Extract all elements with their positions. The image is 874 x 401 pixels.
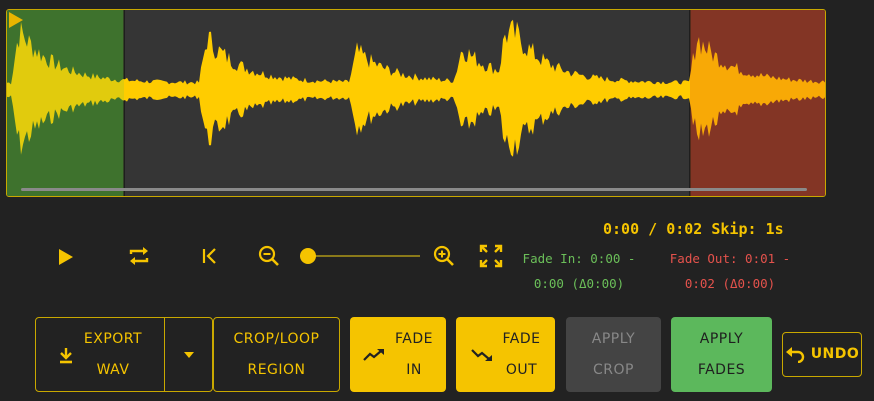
fade-in-start: Fade In: 0:00 - bbox=[522, 251, 636, 266]
apply-fades-line1: APPLY bbox=[699, 330, 744, 347]
waveform bbox=[7, 10, 825, 196]
fit-to-view-button[interactable] bbox=[476, 241, 506, 271]
fade-out-label-line2: OUT bbox=[505, 361, 538, 378]
undo-button[interactable]: UNDO bbox=[782, 332, 862, 377]
skip-to-start-icon bbox=[202, 248, 216, 264]
play-button[interactable] bbox=[52, 244, 80, 270]
fade-out-end: 0:02 (Δ0:00) bbox=[684, 276, 776, 291]
zoom-in-icon bbox=[433, 245, 454, 266]
crop-loop-region-button[interactable]: CROP/LOOP REGION bbox=[213, 317, 340, 392]
export-label-line2: WAV bbox=[96, 361, 130, 378]
fade-in-button[interactable]: FADE IN bbox=[350, 317, 446, 392]
fade-out-label-line1: FADE bbox=[502, 330, 541, 347]
zoom-in-button[interactable] bbox=[430, 242, 458, 270]
total-time: 0:02 bbox=[666, 220, 703, 238]
fade-in-label-line1: FADE bbox=[395, 330, 433, 347]
time-readout: 0:00 / 0:02 Skip: 1s bbox=[603, 220, 784, 238]
fade-in-info: Fade In: 0:00 - 0:00 (Δ0:00) bbox=[512, 246, 646, 296]
export-label-line1: EXPORT bbox=[83, 330, 143, 347]
apply-crop-button[interactable]: APPLY CROP bbox=[566, 317, 661, 392]
repeat-icon bbox=[129, 247, 149, 265]
export-options-button[interactable] bbox=[164, 317, 213, 392]
waveform-panel[interactable] bbox=[6, 9, 826, 197]
apply-fades-line2: FADES bbox=[697, 361, 746, 378]
trending-down-icon bbox=[470, 348, 493, 362]
horizontal-scrollbar[interactable] bbox=[21, 188, 807, 191]
loop-button[interactable] bbox=[124, 242, 154, 270]
skip-to-start-button[interactable] bbox=[196, 242, 224, 270]
chevron-down-icon bbox=[183, 351, 194, 358]
fade-out-tint bbox=[690, 10, 825, 196]
fade-in-tint bbox=[7, 10, 124, 196]
download-icon bbox=[58, 346, 74, 364]
current-time: 0:00 bbox=[603, 220, 640, 238]
skip-interval: Skip: 1s bbox=[711, 220, 784, 238]
export-wav-button[interactable]: EXPORT WAV bbox=[35, 317, 165, 392]
fade-in-label-line2: IN bbox=[406, 361, 422, 378]
apply-crop-line2: CROP bbox=[593, 361, 634, 378]
undo-icon bbox=[785, 346, 805, 363]
play-icon bbox=[59, 249, 73, 265]
zoom-slider-track[interactable] bbox=[300, 255, 420, 257]
fade-out-button[interactable]: FADE OUT bbox=[456, 317, 555, 392]
expand-icon bbox=[479, 244, 503, 268]
undo-label: UNDO bbox=[810, 346, 860, 362]
zoom-slider-thumb[interactable] bbox=[300, 248, 316, 264]
trending-up-icon bbox=[363, 348, 385, 362]
playhead-marker[interactable] bbox=[9, 12, 23, 28]
fade-out-start: Fade Out: 0:01 - bbox=[669, 251, 791, 266]
crop-label-line1: CROP/LOOP bbox=[233, 330, 320, 347]
apply-crop-line1: APPLY bbox=[591, 330, 636, 347]
waveform-canvas[interactable] bbox=[7, 10, 825, 196]
zoom-out-button[interactable] bbox=[255, 242, 283, 270]
apply-fades-button[interactable]: APPLY FADES bbox=[671, 317, 772, 392]
fade-out-info: Fade Out: 0:01 - 0:02 (Δ0:00) bbox=[660, 246, 800, 296]
fade-in-end: 0:00 (Δ0:00) bbox=[533, 276, 625, 291]
zoom-out-icon bbox=[258, 245, 279, 266]
crop-label-line2: REGION bbox=[247, 361, 306, 378]
